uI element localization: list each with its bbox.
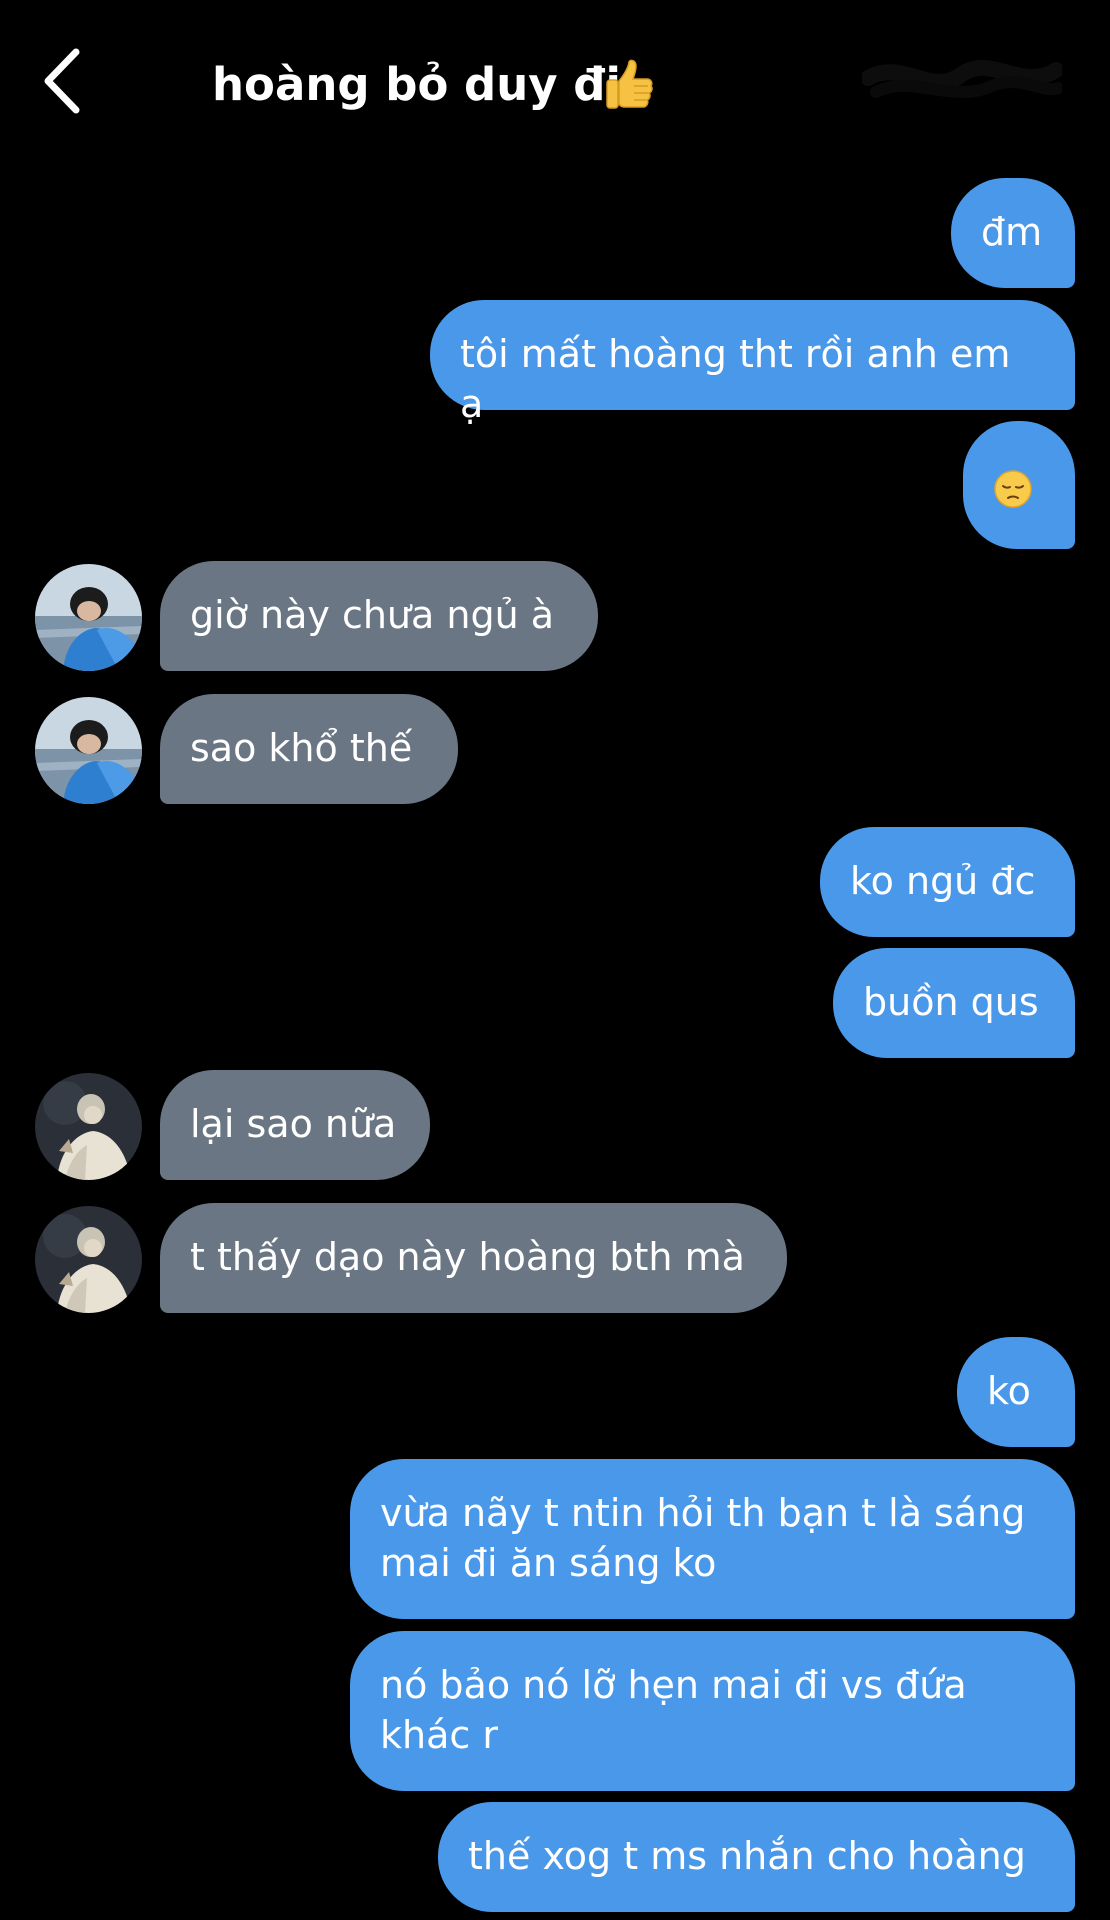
message-row-outgoing: vừa nãy t ntin hỏi th bạn t là sáng mai … xyxy=(0,1459,1110,1621)
outgoing-message-bubble[interactable]: vừa nãy t ntin hỏi th bạn t là sáng mai … xyxy=(350,1459,1075,1619)
outgoing-message-bubble[interactable]: tôi mất hoàng tht rồi anh em ạ xyxy=(430,300,1075,426)
outgoing-message-bubble[interactable]: nó bảo nó lỡ hẹn mai đi vs đứa khác r xyxy=(350,1631,1075,1791)
outgoing-emoji-bubble[interactable] xyxy=(963,421,1075,549)
outgoing-message-bubble[interactable]: ko xyxy=(957,1337,1075,1447)
avatar[interactable] xyxy=(35,697,142,804)
avatar-2 xyxy=(35,1073,142,1180)
outgoing-message-bubble[interactable]: ko ngủ đc xyxy=(820,827,1075,937)
chat-header: hoàng bỏ duy đi xyxy=(0,0,1110,160)
message-row-incoming: t thấy dạo này hoàng bth mà xyxy=(0,1203,1110,1315)
avatar-2 xyxy=(35,1206,142,1313)
chat-screen: hoàng bỏ duy đi đm tôi mất hoàng tht rồi… xyxy=(0,0,1110,1920)
back-button[interactable] xyxy=(36,44,96,118)
incoming-message-bubble[interactable]: giờ này chưa ngủ à xyxy=(160,561,598,671)
outgoing-message-bubble[interactable]: đm xyxy=(951,178,1075,288)
outgoing-message-bubble[interactable]: buồn qus xyxy=(833,948,1075,1058)
redacted-scribble xyxy=(862,60,1062,98)
message-row-incoming: giờ này chưa ngủ à xyxy=(0,561,1110,673)
message-row-outgoing: ko xyxy=(0,1337,1110,1449)
avatar[interactable] xyxy=(35,1073,142,1180)
chevron-left-icon xyxy=(44,48,80,114)
message-row-outgoing: đm xyxy=(0,178,1110,290)
message-row-outgoing: tôi mất hoàng tht rồi anh em ạ xyxy=(0,300,1110,426)
avatar[interactable] xyxy=(35,564,142,671)
thumbs-up-icon xyxy=(606,59,653,109)
avatar-1 xyxy=(35,564,142,671)
incoming-message-bubble[interactable]: lại sao nữa xyxy=(160,1070,430,1180)
message-row-outgoing: buồn qus xyxy=(0,948,1110,1060)
avatar-1 xyxy=(35,697,142,804)
conversation-title[interactable]: hoàng bỏ duy đi xyxy=(212,56,621,114)
message-row-outgoing: ko ngủ đc xyxy=(0,827,1110,939)
avatar[interactable] xyxy=(35,1206,142,1313)
incoming-message-bubble[interactable]: t thấy dạo này hoàng bth mà xyxy=(160,1203,787,1313)
outgoing-message-bubble[interactable]: thế xog t ms nhắn cho hoàng xyxy=(438,1802,1075,1912)
message-row-outgoing: thế xog t ms nhắn cho hoàng xyxy=(0,1802,1110,1914)
message-row-outgoing: nó bảo nó lỡ hẹn mai đi vs đứa khác r xyxy=(0,1631,1110,1793)
message-row-outgoing xyxy=(0,421,1110,551)
incoming-message-bubble[interactable]: sao khổ thế xyxy=(160,694,458,804)
message-row-incoming: lại sao nữa xyxy=(0,1070,1110,1182)
message-row-incoming: sao khổ thế xyxy=(0,694,1110,806)
pensive-face-icon xyxy=(994,470,1032,508)
